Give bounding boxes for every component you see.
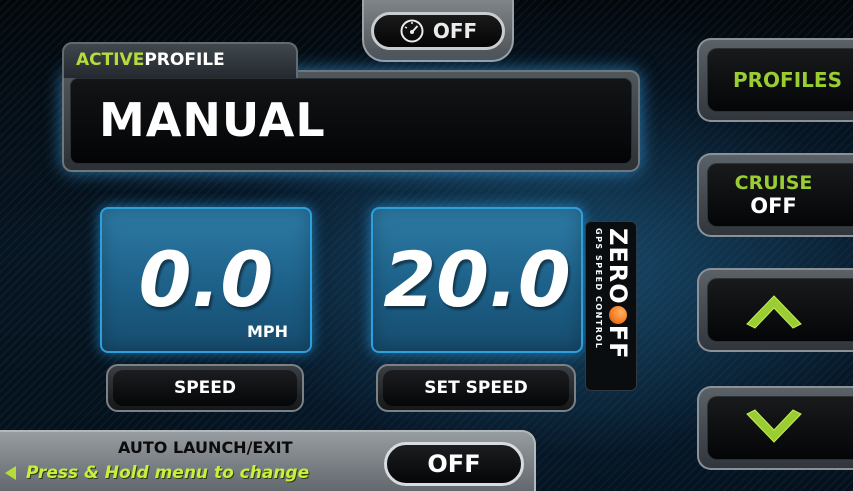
logo-orange-dot (609, 305, 627, 324)
profiles-button[interactable]: PROFILES (697, 38, 853, 122)
speedometer-status: OFF (432, 19, 478, 43)
speedometer-toggle-button[interactable]: OFF (371, 12, 505, 50)
profile-tab-active: ACTIVE (76, 50, 145, 70)
cruise-label: CRUISE (734, 172, 813, 194)
auto-launch-hint-row: Press & Hold menu to change (4, 459, 384, 487)
speedometer-icon (400, 19, 424, 43)
set-speed-label: SET SPEED (383, 370, 569, 406)
profile-tab-profile: PROFILE (144, 50, 225, 70)
speed-unit: MPH (246, 322, 288, 341)
logo-brand-left: ZERO (604, 228, 632, 305)
speed-down-button[interactable] (697, 386, 853, 470)
speed-value: 0.0 (138, 235, 274, 324)
auto-launch-status: OFF (427, 450, 481, 478)
logo-tagline: GPS SPEED CONTROL (594, 228, 603, 350)
auto-launch-toggle-button[interactable]: OFF (384, 442, 524, 486)
cruise-button[interactable]: CRUISE OFF (697, 153, 853, 237)
speed-up-button[interactable] (697, 268, 853, 352)
arrow-left-icon (5, 466, 16, 480)
cruise-status: OFF (750, 194, 797, 218)
set-speed-gauge: 20.0 (371, 207, 583, 353)
auto-launch-hint: Press & Hold menu to change (26, 463, 310, 483)
active-profile-tab: ACTIVEPROFILE (62, 42, 298, 78)
logo-brand-right: FF (604, 324, 632, 360)
active-profile-name: MANUAL (70, 78, 632, 164)
set-speed-label-button[interactable]: SET SPEED (376, 364, 576, 412)
speed-label: SPEED (113, 370, 297, 406)
chevron-up-icon (745, 295, 802, 329)
set-speed-value: 20.0 (383, 235, 571, 324)
profiles-label: PROFILES (733, 68, 842, 92)
speed-gauge: 0.0 MPH (100, 207, 312, 353)
speed-label-button[interactable]: SPEED (106, 364, 304, 412)
chevron-down-icon (745, 409, 802, 443)
auto-launch-title: AUTO LAUNCH/EXIT (118, 438, 293, 457)
zero-off-logo: ZERO FF GPS SPEED CONTROL (585, 221, 637, 391)
